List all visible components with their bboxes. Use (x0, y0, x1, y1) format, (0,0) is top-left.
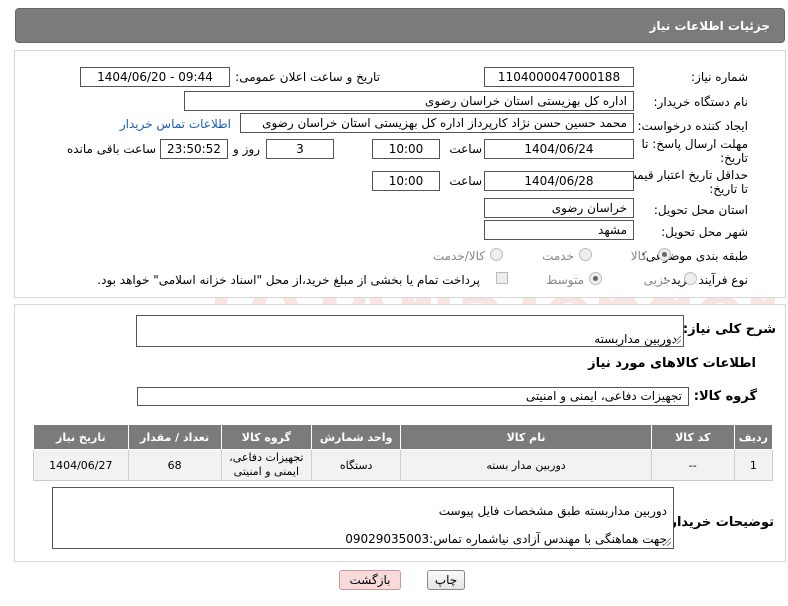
reply-deadline-time-label: ساعت (449, 142, 482, 156)
col-unit: واحد شمارش (310, 424, 402, 450)
col-goods-code: کد کالا (650, 424, 735, 450)
buyer-org-field: اداره کل بهزیستی استان خراسان رضوی (184, 91, 634, 111)
col-quantity: تعداد / مقدار (127, 424, 222, 450)
category-service-label: خدمت (542, 249, 574, 263)
need-number-label: شماره نیاز: (691, 70, 748, 84)
category-goods-label: کالا (630, 249, 647, 263)
resize-grip-icon[interactable] (663, 538, 671, 546)
need-number-field: 1104000047000188 (484, 67, 634, 87)
cell-need-date: 1404/06/27 (33, 449, 129, 481)
price-validity-time-label: ساعت (449, 174, 482, 188)
col-goods-name: نام کالا (400, 424, 652, 450)
delivery-province-field: خراسان رضوی (484, 198, 634, 218)
goods-group-label: گروه کالا: (693, 389, 757, 404)
cell-goods-code: -- (650, 449, 735, 481)
col-need-date: تاریخ نیاز (33, 424, 129, 450)
price-validity-time-field: 10:00 (372, 171, 440, 191)
page-header: جزئیات اطلاعات نیاز (15, 8, 785, 43)
page-title: جزئیات اطلاعات نیاز (649, 19, 770, 33)
cell-goods-name: دوربین مدار بسته (400, 449, 652, 481)
back-button[interactable]: بازگشت (339, 570, 401, 590)
delivery-city-field: مشهد (484, 220, 634, 240)
print-button[interactable]: چاپ (427, 570, 465, 590)
price-validity-label: حداقل تاریخ اعتبار قیمت: (621, 168, 748, 182)
description-text: دوربین مداربسته (594, 332, 677, 346)
treasury-payment-checkbox[interactable] (496, 272, 508, 284)
category-both-radio[interactable] (490, 248, 503, 261)
category-both-label: کالا/خدمت (432, 249, 485, 263)
buyer-notes-line1: دوربین مداربسته طبق مشخصات فایل پیوست (438, 504, 667, 518)
description-textarea: دوربین مداربسته (136, 315, 684, 347)
col-row: ردیف (733, 424, 774, 450)
delivery-city-label: شهر محل تحویل: (661, 225, 748, 239)
goods-group-field: تجهیزات دفاعی، ایمنی و امنیتی (137, 387, 689, 406)
buyer-notes-textarea: دوربین مداربسته طبق مشخصات فایل پیوست جه… (52, 487, 674, 549)
table-row: 1 -- دوربین مدار بسته دستگاه تجهیزات دفا… (33, 449, 774, 481)
announce-datetime-field: 1404/06/20 - 09:44 (80, 67, 230, 87)
goods-table: ردیف کد کالا نام کالا واحد شمارش گروه کا… (33, 424, 774, 481)
cell-goods-group: تجهیزات دفاعی، ایمنی و امنیتی (220, 449, 312, 481)
requester-field: محمد حسین حسن نژاد کارپرداز اداره کل بهز… (240, 113, 634, 133)
reply-deadline-time-field: 10:00 (372, 139, 440, 159)
resize-grip-icon[interactable] (673, 336, 681, 344)
delivery-province-label: استان محل تحویل: (653, 203, 748, 217)
category-service-radio[interactable] (579, 248, 592, 261)
cell-row: 1 (733, 449, 774, 481)
cell-quantity: 68 (127, 449, 222, 481)
process-minor-label: جزیی (643, 273, 671, 287)
category-goods-radio[interactable] (658, 248, 671, 261)
buyer-notes-line2: جهت هماهنگی با مهندس آزادی نیاشماره تماس… (345, 532, 667, 546)
treasury-payment-note: پرداخت تمام یا بخشی از مبلغ خرید،از محل … (97, 273, 480, 287)
reply-days-field: 3 (266, 139, 334, 159)
process-minor-radio[interactable] (684, 272, 697, 285)
process-medium-radio[interactable] (589, 272, 602, 285)
reply-deadline-date-field: 1404/06/24 (484, 139, 634, 159)
cell-unit: دستگاه (310, 449, 402, 481)
process-medium-label: متوسط (546, 273, 584, 287)
buyer-contact-link[interactable]: اطلاعات تماس خریدار (120, 117, 231, 131)
price-validity-date-field: 1404/06/28 (484, 171, 634, 191)
buyer-notes-label: توضیحات خریدار: (664, 515, 774, 530)
goods-table-header: ردیف کد کالا نام کالا واحد شمارش گروه کا… (33, 424, 774, 450)
goods-section-title: اطلاعات کالاهای مورد نیاز (588, 356, 756, 371)
remaining-time-field: 23:50:52 (160, 139, 228, 159)
reply-deadline-label: مهلت ارسال پاسخ: تا (641, 137, 748, 151)
price-validity-label-date: تا تاریخ: (709, 182, 748, 196)
buyer-org-label: نام دستگاه خریدار: (653, 95, 749, 109)
requester-label: ایجاد کننده درخواست: (637, 119, 748, 133)
announce-datetime-label: تاریخ و ساعت اعلان عمومی: (235, 70, 380, 84)
reply-days-label: روز و (233, 142, 260, 156)
remaining-time-label: ساعت باقی مانده (66, 142, 156, 156)
col-goods-group: گروه کالا (220, 424, 312, 450)
reply-deadline-label-date: تاریخ: (720, 151, 748, 165)
process-type-label: نوع فرآیند خرید : (663, 273, 748, 287)
description-label: شرح کلی نیاز: (682, 322, 776, 337)
